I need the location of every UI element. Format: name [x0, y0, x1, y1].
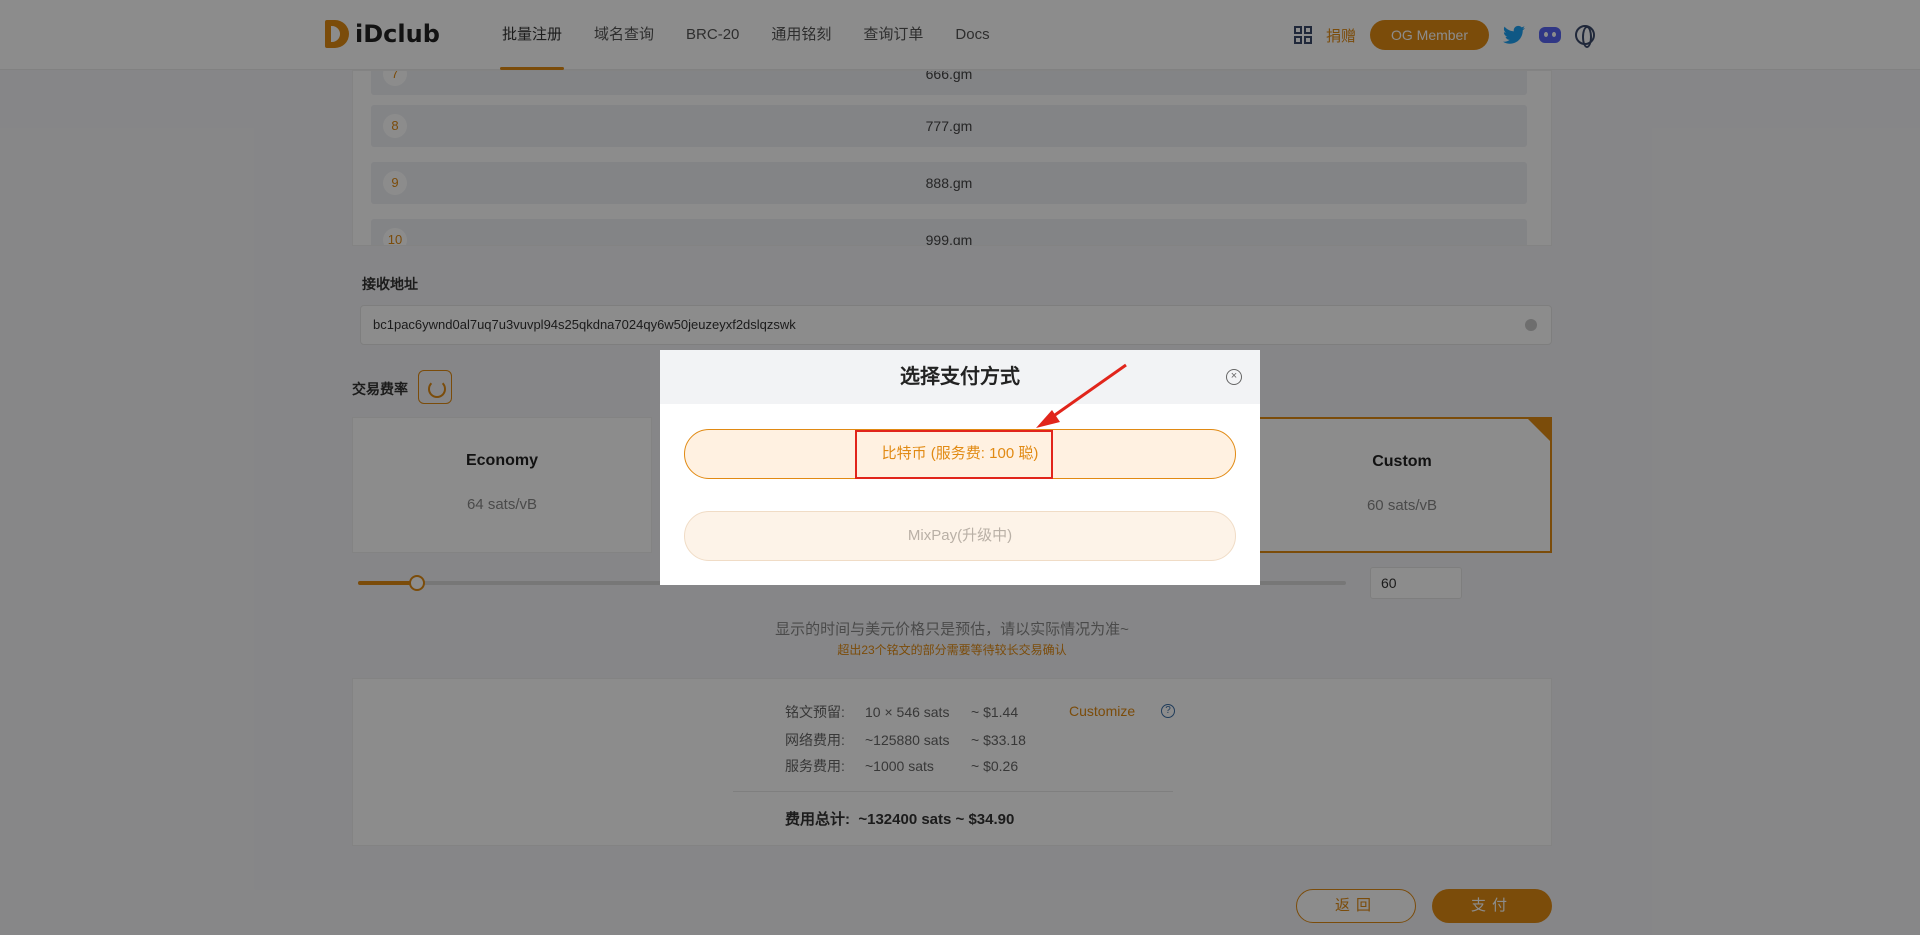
annotation-highlight-box: [855, 430, 1053, 479]
close-icon[interactable]: ×: [1226, 369, 1242, 385]
dialog-title: 选择支付方式: [900, 366, 1020, 388]
payment-method-dialog: 选择支付方式 × 比特币 (服务费: 100 聪) MixPay(升级中): [660, 350, 1260, 585]
dialog-header: 选择支付方式 ×: [660, 350, 1260, 404]
pay-option-mixpay[interactable]: MixPay(升级中): [684, 511, 1236, 561]
annotation-arrow-icon: [1036, 363, 1127, 428]
